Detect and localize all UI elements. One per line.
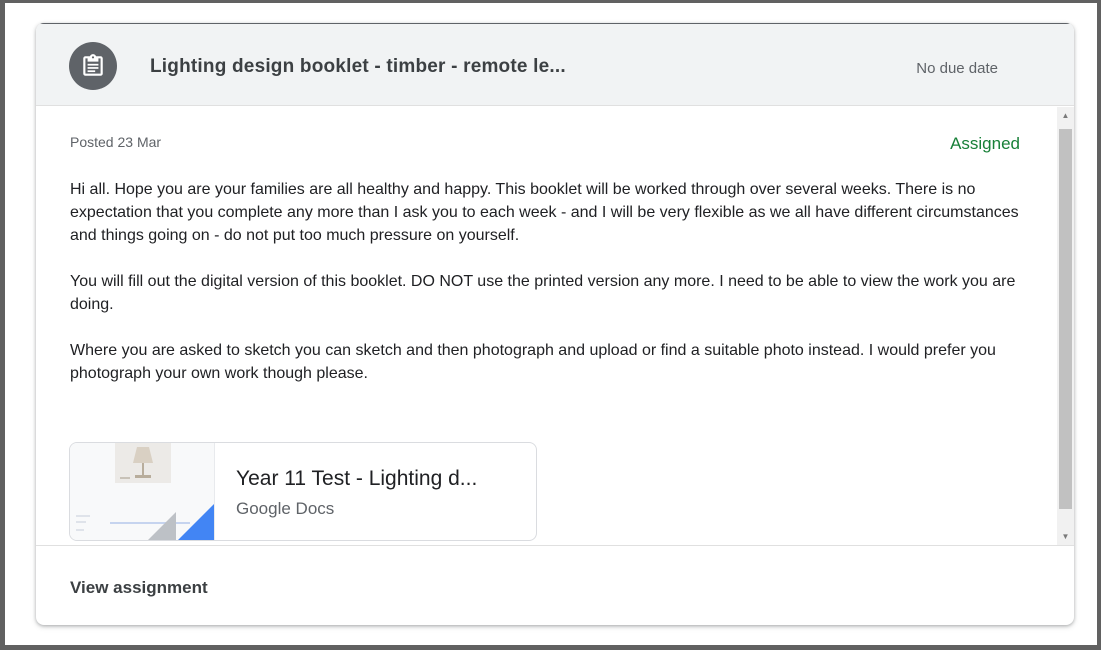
attachment-thumbnail [70,443,215,540]
scroll-down-arrow-icon[interactable]: ▼ [1057,528,1074,545]
description-paragraph: Hi all. Hope you are your families are a… [70,181,1019,244]
scrollbar[interactable]: ▲ ▼ [1057,107,1074,545]
view-assignment-link[interactable]: View assignment [70,578,208,598]
attachment-title[interactable]: Year 11 Test - Lighting d... [236,467,477,491]
attachment-card[interactable]: Year 11 Test - Lighting d... Google Docs [69,442,537,541]
assignment-header[interactable]: Lighting design booklet - timber - remot… [36,24,1074,106]
scroll-up-arrow-icon[interactable]: ▲ [1057,107,1074,124]
attachment-type: Google Docs [236,499,335,518]
description-paragraph: You will fill out the digital version of… [70,273,1016,313]
assignment-description: Hi all. Hope you are your families are a… [70,178,1020,408]
assignment-body: Posted 23 Mar Assigned Hi all. Hope you … [36,107,1074,545]
status-badge: Assigned [950,134,1020,153]
window-frame: Lighting design booklet - timber - remot… [0,0,1101,650]
scrollbar-thumb[interactable] [1059,129,1072,509]
google-docs-icon [176,504,214,540]
assignment-card: Lighting design booklet - timber - remot… [36,23,1074,625]
card-footer: View assignment [36,545,1074,625]
posted-date: Posted 23 Mar [70,134,162,150]
description-paragraph: Where you are asked to sketch you can sk… [70,342,996,382]
page-fold-icon [146,512,176,540]
lamp-image-icon [115,443,171,483]
due-date: No due date [916,60,998,77]
assignment-title[interactable]: Lighting design booklet - timber - remot… [150,56,566,78]
assignment-icon [69,42,117,90]
